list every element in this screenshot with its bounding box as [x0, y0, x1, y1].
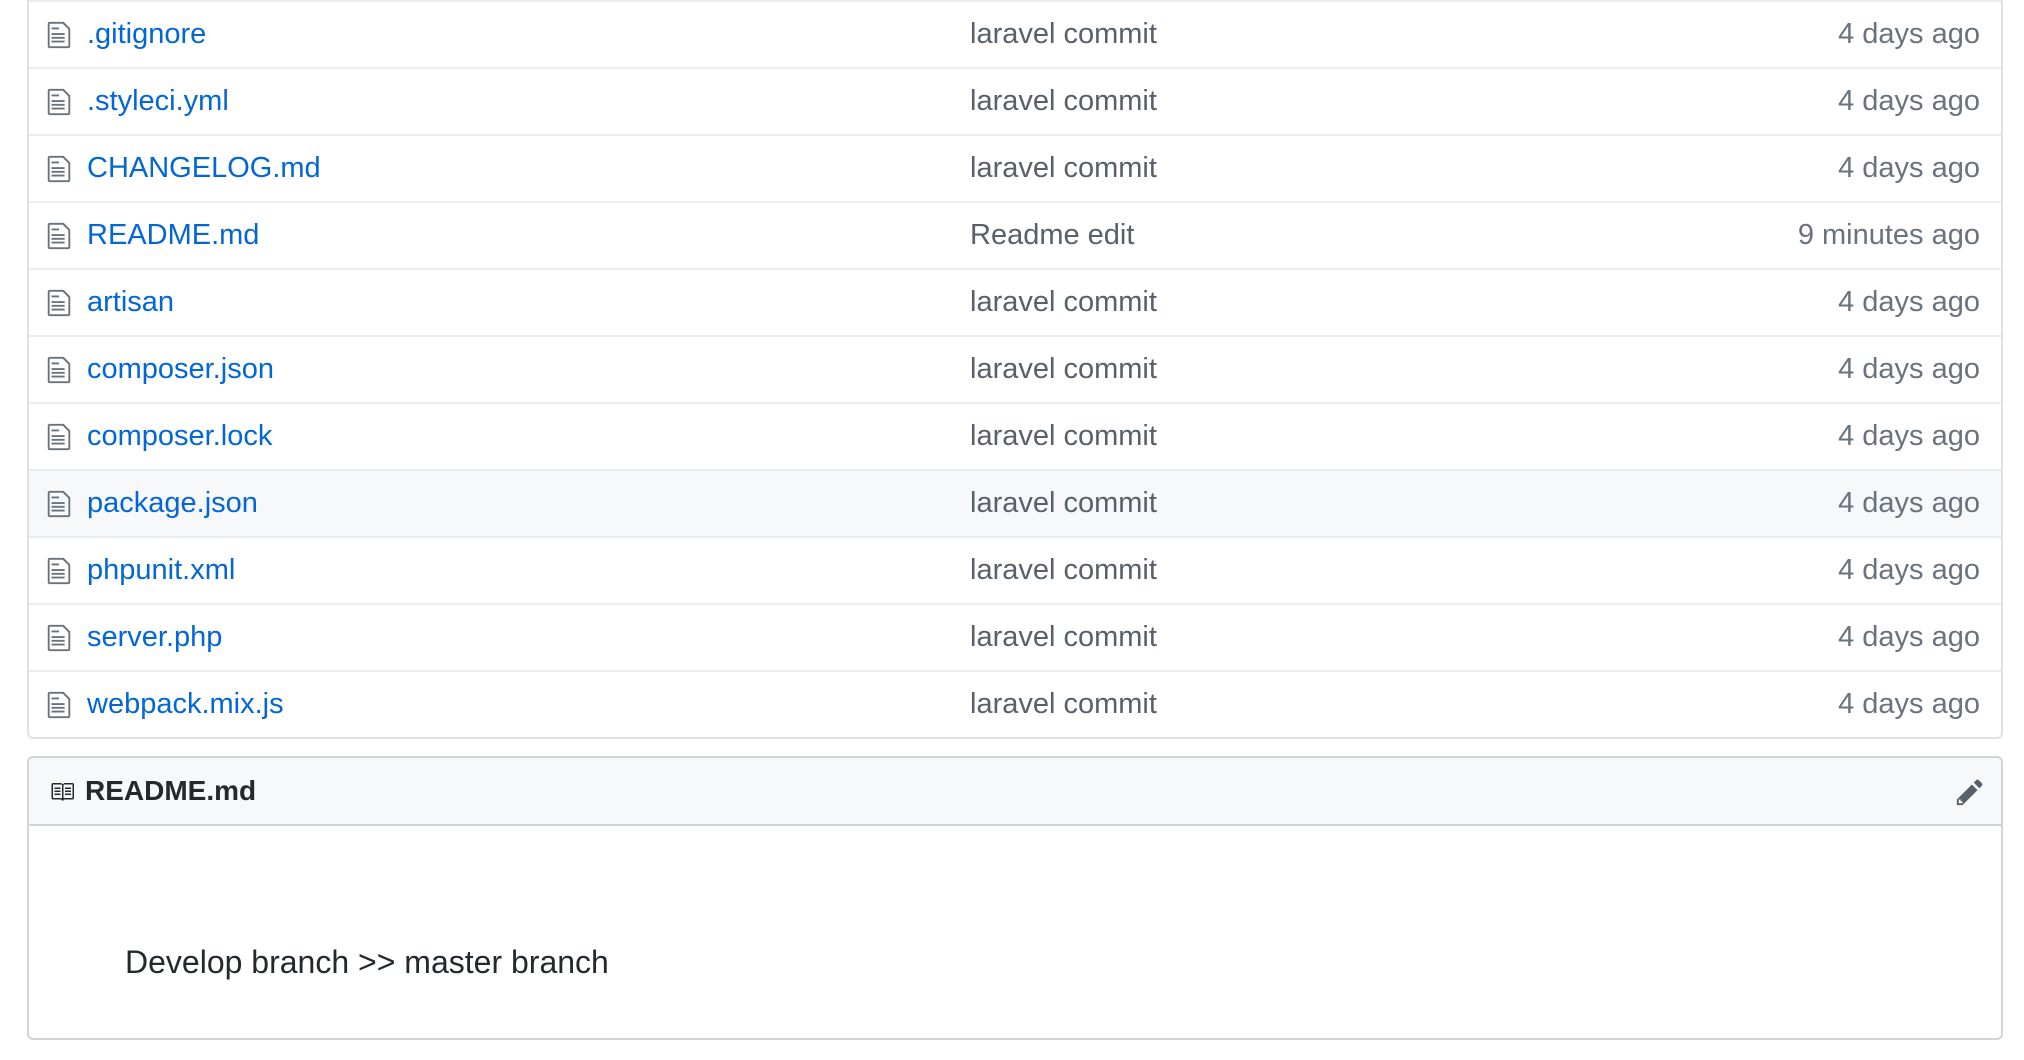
- readme-panel: README.md Develop branch >> master branc…: [27, 756, 2003, 1040]
- file-name-link[interactable]: phpunit.xml: [87, 538, 235, 603]
- file-name-link[interactable]: package.json: [87, 471, 258, 536]
- file-text-icon: [47, 289, 71, 317]
- file-row: artisan laravel commit 4 days ago: [29, 268, 2001, 335]
- commit-age: 4 days ago: [1838, 621, 1980, 653]
- file-row: package.json laravel commit 4 days ago: [29, 469, 2001, 536]
- commit-message-link[interactable]: laravel commit: [970, 404, 1157, 469]
- file-row: webpack.mix.js laravel commit 4 days ago: [29, 670, 2001, 737]
- file-name-link[interactable]: composer.lock: [87, 404, 272, 469]
- file-text-icon: [47, 155, 71, 183]
- commit-age: 9 minutes ago: [1797, 219, 1980, 251]
- commit-message-link[interactable]: laravel commit: [970, 605, 1157, 670]
- file-row: CHANGELOG.md laravel commit 4 days ago: [29, 134, 2001, 201]
- commit-message-link[interactable]: laravel commit: [970, 471, 1157, 536]
- book-icon: [51, 783, 74, 801]
- commit-age: 4 days ago: [1838, 487, 1980, 519]
- file-name-link[interactable]: .gitignore: [87, 2, 206, 67]
- file-row: composer.lock laravel commit 4 days ago: [29, 402, 2001, 469]
- file-name-link[interactable]: artisan: [87, 270, 174, 335]
- commit-message-link[interactable]: Readme edit: [970, 203, 1134, 268]
- file-row: README.md Readme edit 9 minutes ago: [29, 201, 2001, 268]
- file-list: .gitignore laravel commit 4 days ago .st…: [27, 0, 2003, 739]
- file-name-link[interactable]: webpack.mix.js: [87, 672, 284, 737]
- file-text-icon: [47, 691, 71, 719]
- file-row: composer.json laravel commit 4 days ago: [29, 335, 2001, 402]
- commit-message-link[interactable]: laravel commit: [970, 672, 1157, 737]
- pencil-icon[interactable]: [1955, 777, 1985, 807]
- readme-content: Develop branch >> master branch: [125, 944, 609, 980]
- readme-header: README.md: [29, 758, 2001, 826]
- commit-message-link[interactable]: laravel commit: [970, 270, 1157, 335]
- file-text-icon: [47, 222, 71, 250]
- readme-title: README.md: [85, 775, 257, 806]
- commit-age: 4 days ago: [1838, 353, 1980, 385]
- file-text-icon: [47, 423, 71, 451]
- file-row: .styleci.yml laravel commit 4 days ago: [29, 67, 2001, 134]
- file-text-icon: [47, 356, 71, 384]
- commit-message-link[interactable]: laravel commit: [970, 337, 1157, 402]
- file-row: server.php laravel commit 4 days ago: [29, 603, 2001, 670]
- file-row: .gitignore laravel commit 4 days ago: [29, 0, 2001, 67]
- file-text-icon: [47, 557, 71, 585]
- commit-message-link[interactable]: laravel commit: [970, 2, 1157, 67]
- file-text-icon: [47, 21, 71, 49]
- commit-age: 4 days ago: [1838, 18, 1980, 50]
- commit-age: 4 days ago: [1838, 554, 1980, 586]
- commit-message-link[interactable]: laravel commit: [970, 69, 1157, 134]
- commit-message-link[interactable]: laravel commit: [970, 136, 1157, 201]
- file-name-link[interactable]: .styleci.yml: [87, 69, 229, 134]
- commit-age: 4 days ago: [1838, 420, 1980, 452]
- commit-message-link[interactable]: laravel commit: [970, 538, 1157, 603]
- file-text-icon: [47, 624, 71, 652]
- commit-age: 4 days ago: [1838, 286, 1980, 318]
- file-name-link[interactable]: composer.json: [87, 337, 274, 402]
- file-text-icon: [47, 88, 71, 116]
- commit-age: 4 days ago: [1838, 152, 1980, 184]
- commit-age: 4 days ago: [1838, 85, 1980, 117]
- commit-age: 4 days ago: [1838, 688, 1980, 720]
- file-name-link[interactable]: README.md: [87, 203, 259, 268]
- file-name-link[interactable]: server.php: [87, 605, 222, 670]
- file-row: phpunit.xml laravel commit 4 days ago: [29, 536, 2001, 603]
- file-text-icon: [47, 490, 71, 518]
- file-name-link[interactable]: CHANGELOG.md: [87, 136, 321, 201]
